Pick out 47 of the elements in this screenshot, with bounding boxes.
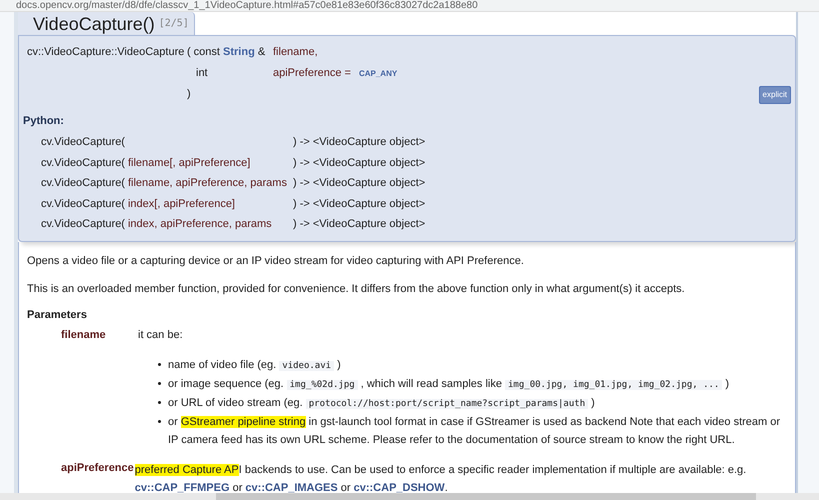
python-call: cv.VideoCapture( (41, 196, 125, 212)
overload-count: [2/5] (158, 17, 189, 31)
python-args: index[, apiPreference] (128, 196, 235, 212)
python-args: filename, apiPreference, params (128, 176, 287, 191)
python-call: cv.VideoCapture( (41, 135, 125, 150)
open-paren: ( (187, 45, 191, 60)
parameter-text: preferred Capture API backends to use. Can be used to enforce a specific reader implementation if multiple are available: e.g. cv::CAP_FFMPEG or cv::CAP_IMAGES or cv::CAP_DSHOW. (134, 462, 748, 493)
member-title: VideoCapture() (33, 14, 155, 34)
python-args: filename[, apiPreference] (128, 156, 250, 170)
bullet-text: or URL of video stream (eg. protocol://host:port/script_name?script_params|auth ) (168, 396, 596, 410)
python-call: cv.VideoCapture( (41, 176, 125, 191)
python-call: cv.VideoCapture( (41, 217, 125, 232)
param-name: apiPreference = (273, 66, 351, 82)
param-type: const String & (194, 45, 266, 60)
bullet-icon (158, 401, 161, 404)
param-type: int (196, 66, 208, 82)
code-link[interactable]: cv::CAP_FFMPEG (134, 482, 230, 493)
function-name: cv::VideoCapture::VideoCapture (27, 46, 184, 58)
bullet-icon (158, 382, 161, 385)
address-bar[interactable]: docs.opencv.org/master/d8/dfe/classcv_1_1VideoCapture.html#a57c0e81e83e60f36c83027dc2a188e80 (0, 0, 819, 12)
return-type: ) -> <VideoCapture object> (293, 156, 426, 170)
bullet-icon (158, 420, 161, 423)
bullet-text: or image sequence (eg. img_%02d.jpg , which will read samples like img_00.jpg, img_01.jpg, img_02.jpg, ... ) (168, 376, 730, 392)
return-type: ) -> <VideoCapture object> (293, 196, 426, 212)
python-args: index, apiPreference, params (128, 217, 272, 232)
python-call: cv.VideoCapture( (41, 156, 125, 170)
bullet-text: or GStreamer pipeline string in gst-launch tool format in case if GStreamer is used as backend Note that each video stream or IP camera feed has its own URL scheme. Please refer to the documentation of source stream to know the right URL. (168, 414, 782, 448)
param-name: filename, (273, 45, 318, 60)
description-text: Opens a video file or a capturing device or an IP video stream for video capturing with API Preference. (27, 254, 525, 268)
bullet-icon (158, 363, 161, 366)
parameters-heading: Parameters (27, 308, 88, 322)
python-heading: Python: (23, 114, 65, 130)
return-type: ) -> <VideoCapture object> (293, 176, 426, 191)
close-paren: ) (187, 87, 191, 102)
explicit-badge: explicit (758, 86, 791, 104)
bullet-text: name of video file (eg. video.avi ) (168, 358, 342, 372)
code-link[interactable]: cv::CAP_IMAGES (245, 482, 338, 493)
url-text: docs.opencv.org/master/d8/dfe/classcv_1_1VideoCapture.html#a57c0e81e83e60f36c83027dc2a188e80 (16, 0, 478, 11)
return-type: ) -> <VideoCapture object> (293, 135, 426, 150)
parameter-name: filename (61, 328, 107, 342)
code-link[interactable]: cv::CAP_DSHOW (354, 482, 445, 493)
description-text: This is an overloaded member function, provided for convenience. It differs from the above function only in what argument(s) it accepts. (27, 282, 686, 296)
parameter-text: it can be: (138, 328, 184, 342)
return-type: ) -> <VideoCapture object> (293, 217, 426, 232)
scrollbar[interactable] (0, 493, 819, 500)
parameter-name: apiPreference (61, 460, 134, 476)
default-value: CAP_ANY (358, 68, 398, 80)
